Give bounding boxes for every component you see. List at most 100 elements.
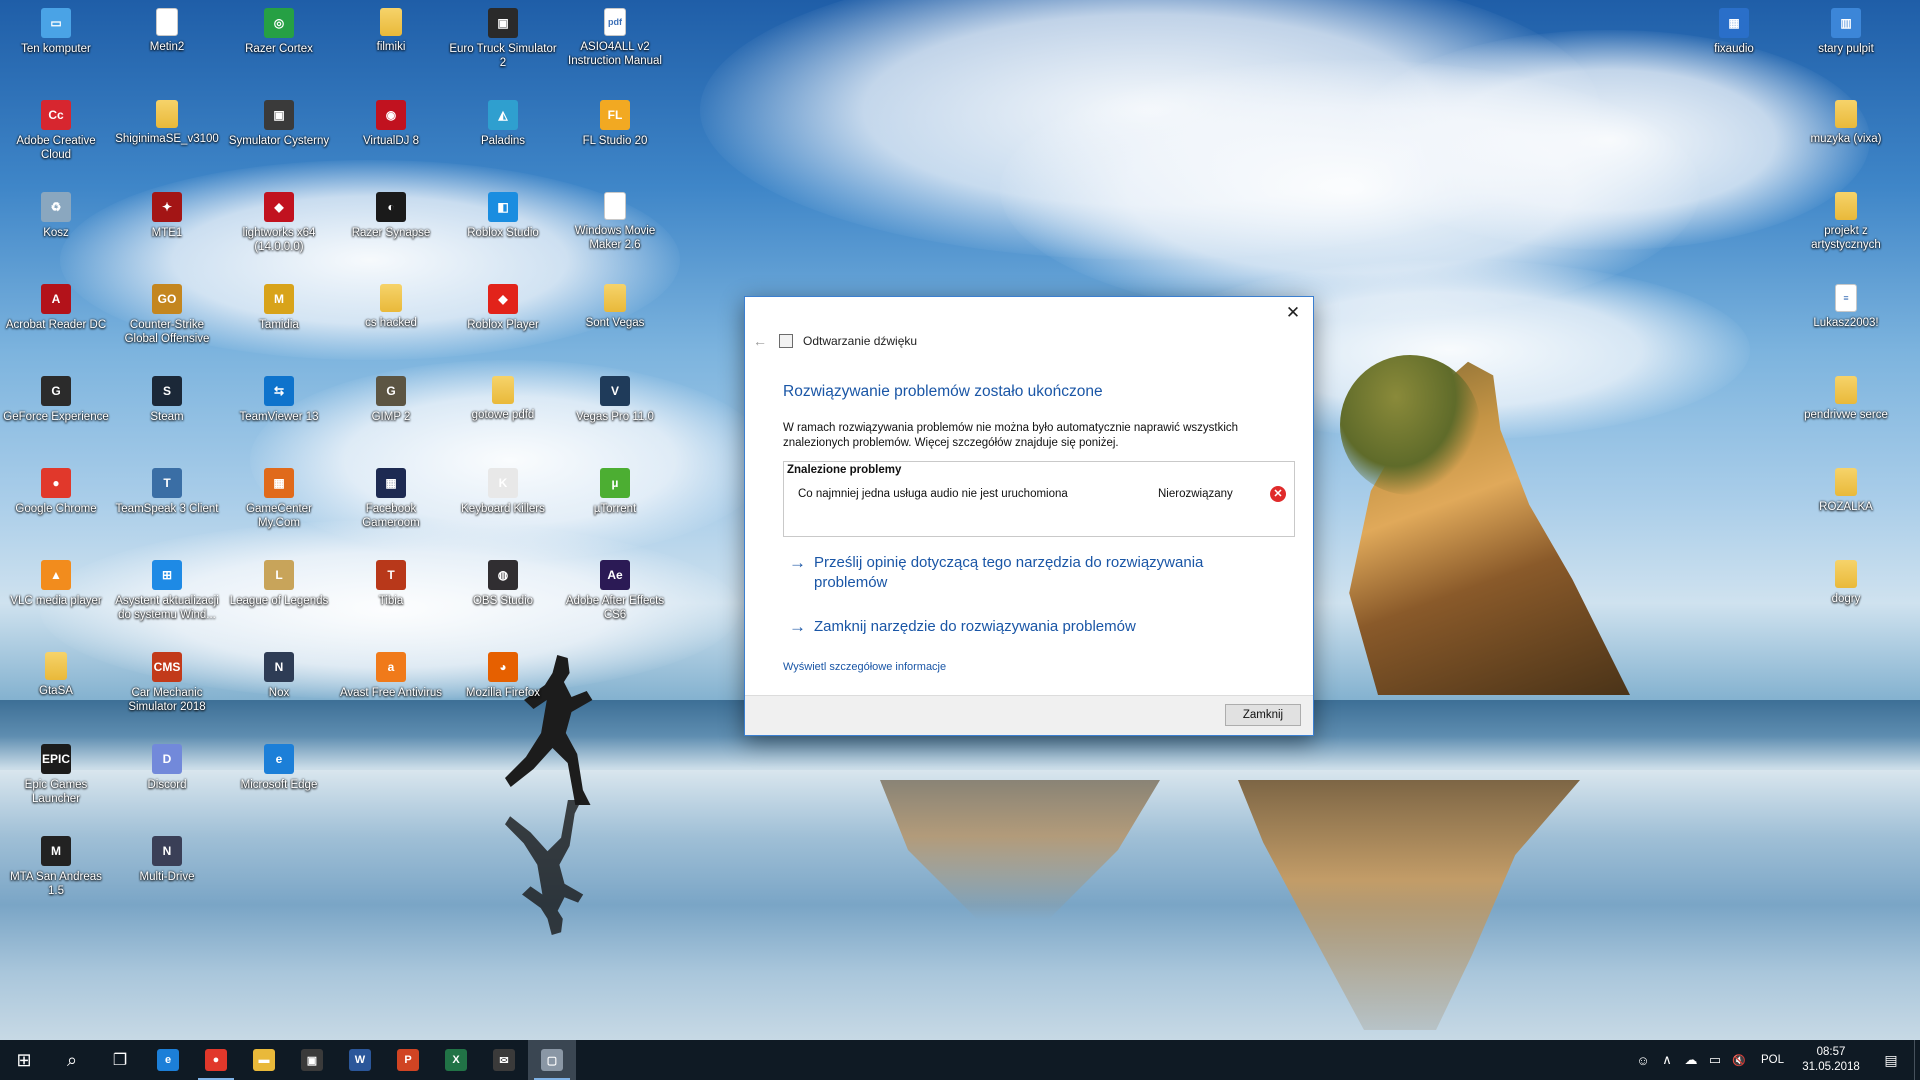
desktop-icon[interactable]: µ µTorrent <box>561 468 669 516</box>
desktop-icon[interactable]: G GeForce Experience <box>2 376 110 424</box>
desktop-icon[interactable]: projekt z artystycznych <box>1792 192 1900 252</box>
people-icon[interactable]: ☺ <box>1631 1040 1655 1080</box>
desktop-icon[interactable]: N Multi-Drive <box>113 836 221 884</box>
desktop-icon-label: Sont Vegas <box>585 317 645 329</box>
desktop-icon[interactable]: ⊞ Asystent aktualizacji do systemu Wind..… <box>113 560 221 622</box>
desktop-icon[interactable]: ▣ Euro Truck Simulator 2 <box>449 8 557 70</box>
close-icon[interactable]: ✕ <box>1281 301 1305 325</box>
task-view-button[interactable]: ❐ <box>96 1040 144 1080</box>
desktop-icon[interactable]: ◎ Razer Cortex <box>225 8 333 56</box>
desktop-icon[interactable]: ◍ OBS Studio <box>449 560 557 608</box>
desktop-icon[interactable]: ◧ Roblox Studio <box>449 192 557 240</box>
desktop-icon[interactable]: K Keyboard Killers <box>449 468 557 516</box>
desktop-icon-label: VLC media player <box>10 595 102 607</box>
desktop-icon[interactable]: ▥ stary pulpit <box>1792 8 1900 56</box>
desktop-icon[interactable]: Ae Adobe After Effects CS6 <box>561 560 669 622</box>
chevron-up-icon[interactable]: ∧ <box>1655 1040 1679 1080</box>
desktop-icon[interactable]: ◉ VirtualDJ 8 <box>337 100 445 148</box>
desktop-icon[interactable]: M MTA San Andreas 1.5 <box>2 836 110 898</box>
taskbar-edge-button[interactable]: e <box>144 1040 192 1080</box>
desktop-icon[interactable]: ≡ Lukasz2003! <box>1792 284 1900 330</box>
desktop-icon[interactable]: ▣ Symulator Cysterny <box>225 100 333 148</box>
desktop-icon[interactable]: ● Google Chrome <box>2 468 110 516</box>
desktop-icon[interactable]: ✦ MTE1 <box>113 192 221 240</box>
desktop-icon[interactable]: Sont Vegas <box>561 284 669 330</box>
acrobat-icon: A <box>41 284 71 314</box>
desktop-icon[interactable]: T Tibia <box>337 560 445 608</box>
desktop-icon[interactable]: ♻ Kosz <box>2 192 110 240</box>
desktop-icon-label: TeamViewer 13 <box>239 411 319 423</box>
desktop-icon[interactable]: pendrivwe serce <box>1792 376 1900 422</box>
search-button[interactable]: ⌕ <box>48 1040 96 1080</box>
desktop-icon[interactable]: FL FL Studio 20 <box>561 100 669 148</box>
taskbar-chrome-button[interactable]: ● <box>192 1040 240 1080</box>
desktop-icon[interactable]: L League of Legends <box>225 560 333 608</box>
desktop-icon[interactable]: ◕ Mozilla Firefox <box>449 652 557 700</box>
back-arrow-icon[interactable]: ← <box>753 333 769 349</box>
desktop-icon[interactable]: CMS Car Mechanic Simulator 2018 <box>113 652 221 714</box>
desktop-icon[interactable]: T TeamSpeak 3 Client <box>113 468 221 516</box>
view-details-link[interactable]: Wyświetl szczegółowe informacje <box>783 661 946 673</box>
desktop-icon-label: Google Chrome <box>15 503 97 515</box>
desktop-icon[interactable]: cs hacked <box>337 284 445 330</box>
volume-muted-icon[interactable]: 🔇 <box>1727 1040 1751 1080</box>
notifications-icon[interactable]: ▤ <box>1868 1040 1914 1080</box>
start-button[interactable]: ⊞ <box>0 1040 48 1080</box>
desktop-icon[interactable]: ▦ fixaudio <box>1680 8 1788 56</box>
desktop-icon[interactable]: S Steam <box>113 376 221 424</box>
feedback-link-label: Prześlij opinię dotyczącą tego narzędzia… <box>814 554 1204 591</box>
desktop-icon[interactable]: ROZALKA <box>1792 468 1900 514</box>
desktop-icon[interactable]: V Vegas Pro 11.0 <box>561 376 669 424</box>
after-effects-icon: Ae <box>600 560 630 590</box>
desktop-icon[interactable]: ◭ Paladins <box>449 100 557 148</box>
desktop-icon[interactable]: a Avast Free Antivirus <box>337 652 445 700</box>
desktop-icon[interactable]: pdf ASIO4ALL v2 Instruction Manual <box>561 8 669 68</box>
desktop-icon[interactable]: filmiki <box>337 8 445 54</box>
language-indicator[interactable]: POL <box>1751 1054 1794 1066</box>
desktop-icon[interactable]: ◐ Razer Synapse <box>337 192 445 240</box>
onedrive-icon[interactable]: ☁ <box>1679 1040 1703 1080</box>
taskbar-word-button[interactable]: W <box>336 1040 384 1080</box>
desktop-icon[interactable]: ◆ Roblox Player <box>449 284 557 332</box>
desktop-icon[interactable]: A Acrobat Reader DC <box>2 284 110 332</box>
taskbar-store-button[interactable]: ▣ <box>288 1040 336 1080</box>
taskbar-powerpoint-button[interactable]: P <box>384 1040 432 1080</box>
desktop-icon[interactable]: ▭ Ten komputer <box>2 8 110 56</box>
desktop-icon[interactable]: G GIMP 2 <box>337 376 445 424</box>
desktop-icon-label: Mozilla Firefox <box>465 687 541 699</box>
taskbar-file-explorer-button[interactable]: ▬ <box>240 1040 288 1080</box>
show-desktop-button[interactable] <box>1914 1040 1920 1080</box>
desktop-icon-label: Steam <box>150 411 184 423</box>
vlc-icon: ▲ <box>41 560 71 590</box>
clock[interactable]: 08:57 31.05.2018 <box>1794 1045 1868 1075</box>
desktop-icon[interactable]: GO Counter-Strike Global Offensive <box>113 284 221 346</box>
desktop-icon[interactable]: Cc Adobe Creative Cloud <box>2 100 110 162</box>
desktop-icon[interactable]: e Microsoft Edge <box>225 744 333 792</box>
desktop-icon[interactable]: D Discord <box>113 744 221 792</box>
desktop-icon[interactable]: ◆ lightworks x64 (14.0.0.0) <box>225 192 333 254</box>
desktop-icon[interactable]: M Tamidia <box>225 284 333 332</box>
desktop-icon[interactable]: Metin2 <box>113 8 221 54</box>
taskbar-mail-button[interactable]: ✉ <box>480 1040 528 1080</box>
network-icon[interactable]: ▭ <box>1703 1040 1727 1080</box>
desktop-icon[interactable]: muzyka (vixa) <box>1792 100 1900 146</box>
close-button[interactable]: Zamknij <box>1225 704 1301 726</box>
desktop-icon[interactable]: GtaSA <box>2 652 110 698</box>
taskbar-excel-button[interactable]: X <box>432 1040 480 1080</box>
desktop-icon[interactable]: EPIC Epic Games Launcher <box>2 744 110 806</box>
desktop-icon[interactable]: ▲ VLC media player <box>2 560 110 608</box>
desktop-icon[interactable]: ⇆ TeamViewer 13 <box>225 376 333 424</box>
desktop-icon[interactable]: gotowe pdfd <box>449 376 557 422</box>
desktop-icon[interactable]: dogry <box>1792 560 1900 606</box>
desktop-icon[interactable]: Windows Movie Maker 2.6 <box>561 192 669 252</box>
desktop-icon[interactable]: N Nox <box>225 652 333 700</box>
feedback-link[interactable]: → Prześlij opinię dotyczącą tego narzędz… <box>789 553 1249 593</box>
desktop-icon[interactable]: ▦ Facebook Gameroom <box>337 468 445 530</box>
close-troubleshooter-link[interactable]: → Zamknij narzędzie do rozwiązywania pro… <box>789 617 1136 637</box>
desktop-icon-label: muzyka (vixa) <box>1810 133 1882 145</box>
desktop-icon[interactable]: ▦ GameCenter My.Com <box>225 468 333 530</box>
problem-row[interactable]: Co najmniej jedna usługa audio nie jest … <box>798 486 1286 502</box>
arrow-right-icon: → <box>789 617 806 636</box>
taskbar-troubleshooter-button[interactable]: ▢ <box>528 1040 576 1080</box>
desktop-icon[interactable]: ShiginimaSE_v3100 <box>113 100 221 146</box>
